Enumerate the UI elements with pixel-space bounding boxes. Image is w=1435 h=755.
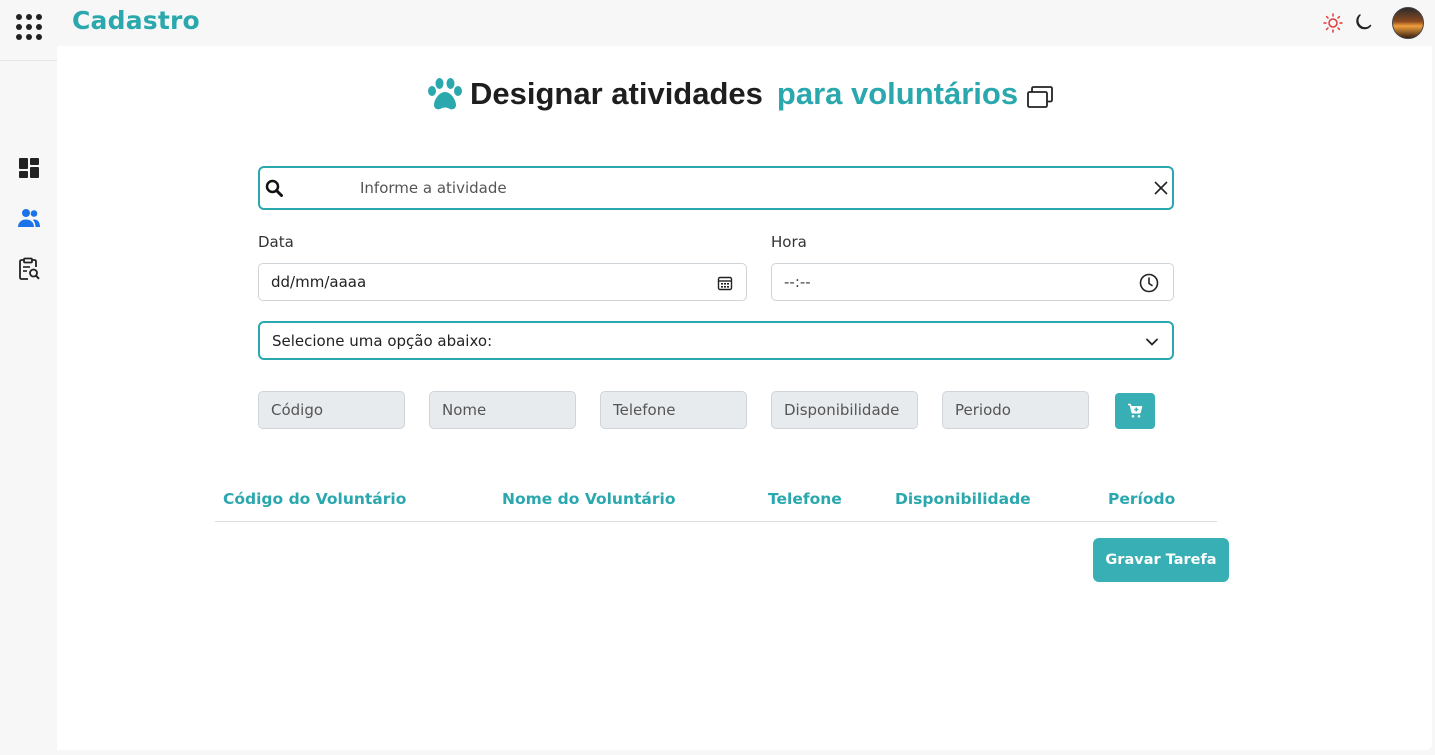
page-title: Designar atividades para voluntários (426, 74, 1054, 114)
option-select[interactable]: Selecione uma opção abaixo: (258, 321, 1174, 360)
main-content: Designar atividades para voluntários Dat… (57, 46, 1432, 750)
add-to-cart-button[interactable] (1115, 393, 1155, 429)
activity-search (258, 166, 1174, 210)
date-field[interactable] (258, 263, 747, 301)
title-accent: para voluntários (776, 76, 1019, 111)
telefone-field (600, 391, 747, 429)
select-text: Selecione uma opção abaixo: (272, 332, 493, 350)
save-task-button[interactable]: Gravar Tarefa (1093, 538, 1229, 582)
title-main: Designar atividades (470, 76, 763, 111)
chevron-down-icon (1146, 338, 1158, 346)
brand-title[interactable]: Cadastro (72, 6, 200, 35)
clipboard-search-icon[interactable] (17, 257, 41, 281)
periodo-input (955, 401, 1088, 419)
volunteer-table-header: Código do Voluntário Nome do Voluntário … (215, 481, 1217, 522)
col-periodo[interactable]: Período (1108, 490, 1175, 508)
clock-icon[interactable] (1139, 273, 1159, 293)
calendar-icon[interactable] (717, 275, 733, 291)
copy-icon[interactable] (1026, 85, 1054, 109)
col-disponibilidade[interactable]: Disponibilidade (895, 490, 1031, 508)
cart-plus-icon (1128, 403, 1143, 418)
time-field[interactable] (771, 263, 1174, 301)
telefone-input (613, 401, 746, 419)
nome-field (429, 391, 576, 429)
col-nome[interactable]: Nome do Voluntário (502, 490, 675, 508)
apps-grid-icon[interactable] (16, 14, 42, 40)
nome-input (442, 401, 575, 419)
disponibilidade-input (784, 401, 917, 419)
periodo-field (942, 391, 1089, 429)
codigo-input (271, 401, 404, 419)
top-bar: Cadastro (0, 0, 1435, 46)
users-icon[interactable] (17, 206, 41, 230)
codigo-field (258, 391, 405, 429)
sidebar (0, 60, 57, 755)
time-label: Hora (771, 233, 807, 251)
col-telefone[interactable]: Telefone (768, 490, 842, 508)
search-input[interactable] (360, 176, 1120, 200)
date-label: Data (258, 233, 294, 251)
paw-icon (428, 78, 462, 110)
moon-icon[interactable] (1353, 12, 1373, 32)
col-codigo[interactable]: Código do Voluntário (223, 490, 406, 508)
search-icon (265, 179, 283, 197)
date-input[interactable] (271, 273, 691, 291)
avatar[interactable] (1392, 7, 1424, 39)
disponibilidade-field (771, 391, 918, 429)
dashboard-icon[interactable] (17, 156, 41, 180)
clear-icon[interactable] (1153, 180, 1169, 196)
time-input[interactable] (784, 273, 1124, 291)
sun-icon[interactable] (1323, 13, 1343, 33)
